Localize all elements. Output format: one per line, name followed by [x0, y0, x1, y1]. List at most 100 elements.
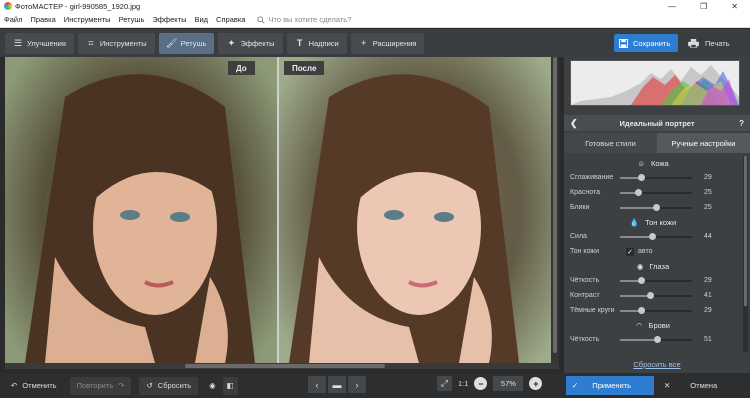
reset-all-link[interactable]: Сбросить все	[564, 360, 750, 372]
slider-redness[interactable]: Краснота 25	[564, 185, 742, 200]
histogram-graph	[571, 65, 739, 105]
slider-value: 29	[704, 307, 712, 314]
close-icon: ✕	[664, 381, 671, 390]
slider-smoothing[interactable]: Сглаживание 29	[564, 170, 742, 185]
reset-icon: ↺	[146, 381, 153, 390]
tab-extensions[interactable]: + Расширения	[350, 32, 425, 54]
section-skin-tone: 💧 Тон кожи	[564, 215, 742, 229]
slider-strength[interactable]: Сила 44	[564, 229, 742, 244]
slider-brow-clarity[interactable]: Чёткость 51	[564, 332, 742, 347]
menu-item-help[interactable]: Справка	[212, 15, 249, 24]
print-button[interactable]: Печать	[684, 34, 744, 52]
slider-dark-circles[interactable]: Тёмные круги 29	[564, 303, 742, 318]
tab-label: Расширения	[372, 38, 417, 48]
section-skin: ☺ Кожа	[564, 156, 742, 170]
menu-item-file[interactable]: Файл	[0, 15, 26, 24]
slider-knob[interactable]	[637, 174, 645, 181]
slider-knob[interactable]	[635, 189, 642, 196]
window-title: ФотоМАСТЕР - girl-990585_1920.jpg	[15, 1, 141, 11]
crop-icon: ⌗	[88, 37, 94, 48]
undo-label: Отменить	[22, 381, 57, 390]
slider-knob[interactable]	[637, 277, 645, 284]
slider-knob[interactable]	[653, 336, 661, 343]
slider-label: Чёткость	[570, 277, 600, 284]
slider-knob[interactable]	[637, 307, 645, 314]
tab-enhancements[interactable]: ☰ Улучшения	[5, 32, 74, 54]
scroll-thumb[interactable]	[185, 364, 385, 368]
undo-button[interactable]: ↶ Отменить	[4, 377, 64, 395]
printer-icon	[688, 38, 699, 48]
reset-button[interactable]: ↺ Сбросить	[139, 376, 199, 395]
floppy-icon	[619, 38, 628, 48]
zoom-in-button[interactable]: +	[529, 377, 543, 390]
slider-track[interactable]	[620, 174, 692, 181]
slider-knob[interactable]	[653, 204, 660, 211]
tab-effects[interactable]: ✦ Эффекты	[218, 32, 283, 54]
zoom-out-button[interactable]: −	[474, 377, 488, 390]
menu-item-view[interactable]: Вид	[190, 15, 212, 24]
slider-highlights[interactable]: Блики 25	[564, 200, 742, 215]
scroll-thumb[interactable]	[553, 57, 557, 353]
redo-label: Повторить	[76, 381, 114, 390]
auto-checkbox[interactable]: ✓	[626, 247, 634, 256]
drop-icon: 💧	[629, 217, 640, 227]
slider-knob[interactable]	[648, 233, 656, 240]
prev-image-button[interactable]: ‹	[308, 376, 326, 393]
section-eyes: ◉ Глаза	[564, 259, 742, 273]
tab-manual[interactable]: Ручные настройки	[657, 133, 750, 153]
section-title: Тон кожи	[645, 217, 677, 227]
close-button[interactable]: ✕	[731, 2, 738, 11]
slider-value: 25	[704, 204, 712, 211]
redo-button[interactable]: Повторить ↷	[69, 376, 132, 395]
section-title: Брови	[648, 320, 670, 330]
menu-search[interactable]: Что вы хотите сделать?	[257, 15, 351, 24]
check-icon: ✓	[572, 381, 579, 390]
zoom-value-field[interactable]: 57%	[493, 376, 524, 391]
plus-icon: +	[533, 378, 539, 389]
open-folder-button[interactable]: ▬	[328, 376, 346, 393]
slider-track[interactable]	[620, 233, 692, 240]
slider-track[interactable]	[620, 189, 692, 196]
tab-tools[interactable]: ⌗ Инструменты	[77, 32, 155, 54]
sliders-icon: ☰	[13, 37, 23, 48]
canvas-horizontal-scrollbar[interactable]	[5, 363, 559, 369]
slider-contrast[interactable]: Контраст 41	[564, 288, 742, 303]
slider-track[interactable]	[620, 204, 692, 211]
panel-scrollbar[interactable]	[743, 156, 748, 352]
canvas-vertical-scrollbar[interactable]	[551, 57, 559, 363]
slider-track[interactable]	[620, 292, 692, 299]
slider-fill	[620, 295, 650, 297]
slider-fill	[620, 236, 652, 238]
after-badge: После	[284, 61, 325, 75]
tab-presets[interactable]: Готовые стили	[564, 133, 657, 153]
menu-item-edit[interactable]: Правка	[26, 15, 59, 24]
tab-captions[interactable]: T Надписи	[286, 32, 347, 54]
apply-button[interactable]: ✓ Применить	[566, 376, 654, 395]
menu-item-tools[interactable]: Инструменты	[60, 15, 115, 24]
save-button[interactable]: Сохранить	[614, 34, 678, 52]
before-photo	[5, 57, 277, 363]
cancel-button[interactable]: ✕ Отмена	[658, 376, 746, 395]
photo-canvas[interactable]: До После	[5, 57, 559, 363]
window-controls: — ❐ ✕	[668, 2, 750, 11]
fit-screen-button[interactable]: ⤢	[437, 376, 452, 391]
zoom-ratio-button[interactable]: 1:1	[458, 379, 468, 388]
back-icon[interactable]: ❮	[570, 118, 578, 129]
help-button[interactable]: ?	[739, 119, 744, 128]
slider-track[interactable]	[620, 277, 692, 284]
maximize-button[interactable]: ❐	[700, 2, 707, 11]
slider-track[interactable]	[620, 307, 692, 314]
slider-eye-clarity[interactable]: Чёткость 29	[564, 273, 742, 288]
next-image-button[interactable]: ›	[348, 376, 366, 393]
slider-track[interactable]	[620, 336, 692, 343]
scroll-thumb[interactable]	[744, 156, 747, 306]
menu-item-retouch[interactable]: Ретушь	[115, 15, 149, 24]
slider-knob[interactable]	[646, 292, 654, 299]
menu-item-effects[interactable]: Эффекты	[148, 15, 190, 24]
minimize-button[interactable]: —	[668, 2, 676, 11]
slider-label: Контраст	[570, 292, 600, 299]
tab-retouch[interactable]: 🖌 Ретушь	[158, 32, 215, 54]
compare-button[interactable]: ◧	[222, 376, 238, 395]
text-icon: T	[296, 38, 303, 48]
preview-eye-button[interactable]: ◉	[202, 377, 223, 395]
